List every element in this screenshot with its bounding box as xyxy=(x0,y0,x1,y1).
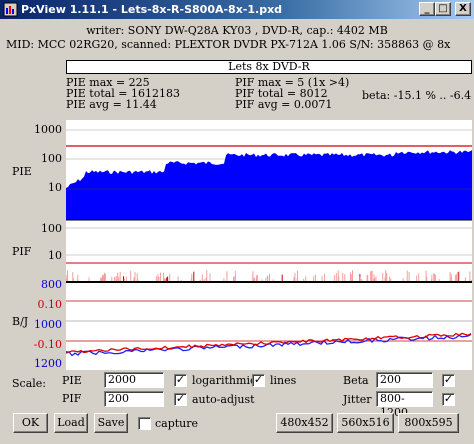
beta-checkbox[interactable]: ✓ xyxy=(442,374,455,387)
maximize-button[interactable]: □ xyxy=(435,2,451,16)
pie-tick-100: 100 xyxy=(41,152,62,165)
ok-button[interactable]: OK xyxy=(13,413,48,433)
close-button[interactable]: X xyxy=(455,2,471,16)
size-800x595-button[interactable]: 800x595 xyxy=(398,413,459,433)
jitter-scale-label: Jitter xyxy=(343,393,372,406)
minimize-button[interactable]: _ xyxy=(419,2,435,16)
lines-label: lines xyxy=(270,374,297,387)
pie-scale-label: PIE xyxy=(62,374,82,387)
pie-avg: PIE avg = 11.44 xyxy=(66,98,157,111)
bj-tick-beta-plus: 0.10 xyxy=(37,298,63,311)
bj-tick-800: 800 xyxy=(41,278,62,291)
size-560x516-button[interactable]: 560x516 xyxy=(337,413,394,433)
pif-tick-10: 10 xyxy=(48,249,62,262)
beta-scale-label: Beta xyxy=(343,374,369,387)
pif-scale-label: PIF xyxy=(62,392,82,405)
scale-label: Scale: xyxy=(12,377,46,390)
pif-avg: PIF avg = 0.0071 xyxy=(235,98,333,111)
pie-tick-1000: 1000 xyxy=(34,123,62,136)
capture-label: capture xyxy=(155,417,199,430)
beta-summary: beta: -15.1 % .. -6.4 % (! xyxy=(362,89,474,102)
save-button[interactable]: Save xyxy=(94,413,128,433)
pie-scale-input[interactable]: 2000 xyxy=(104,372,164,388)
load-button[interactable]: Load xyxy=(54,413,88,433)
pie-chart-label: PIE xyxy=(12,165,32,178)
disc-label: Lets 8x DVD-R xyxy=(66,60,472,74)
scan-info: MID: MCC 02RG20, scanned: PLEXTOR DVDR P… xyxy=(6,38,451,51)
auto-adjust-checkbox[interactable]: ✓ xyxy=(174,393,187,406)
bj-tick-beta-minus: -0.10 xyxy=(33,338,62,351)
lines-checkbox[interactable]: ✓ xyxy=(252,374,265,387)
writer-info: writer: SONY DW-Q28A KY03 , DVD-R, cap.:… xyxy=(86,24,388,37)
logarithmic-label: logarithmic xyxy=(192,374,257,387)
size-480x452-button[interactable]: 480x452 xyxy=(276,413,333,433)
jitter-checkbox[interactable]: ✓ xyxy=(442,393,455,406)
pif-scale-input[interactable]: 200 xyxy=(104,391,164,407)
scan-graphs xyxy=(66,120,472,370)
bj-tick-1200: 1200 xyxy=(34,357,62,370)
pif-tick-100: 100 xyxy=(41,222,62,235)
bj-tick-1000: 1000 xyxy=(34,318,62,331)
window-title: PxView 1.11.1 - Lets-8x-R-S800A-8x-1.pxd xyxy=(21,3,283,16)
beta-scale-input[interactable]: 200 xyxy=(376,372,433,388)
auto-adjust-label: auto-adjust xyxy=(192,393,255,406)
app-icon xyxy=(3,2,18,17)
jitter-scale-input[interactable]: 800-1200 xyxy=(376,391,433,419)
pie-tick-10: 10 xyxy=(48,181,62,194)
title-bar: PxView 1.11.1 - Lets-8x-R-S800A-8x-1.pxd… xyxy=(0,0,474,19)
capture-checkbox[interactable] xyxy=(138,417,151,430)
logarithmic-checkbox[interactable]: ✓ xyxy=(174,374,187,387)
